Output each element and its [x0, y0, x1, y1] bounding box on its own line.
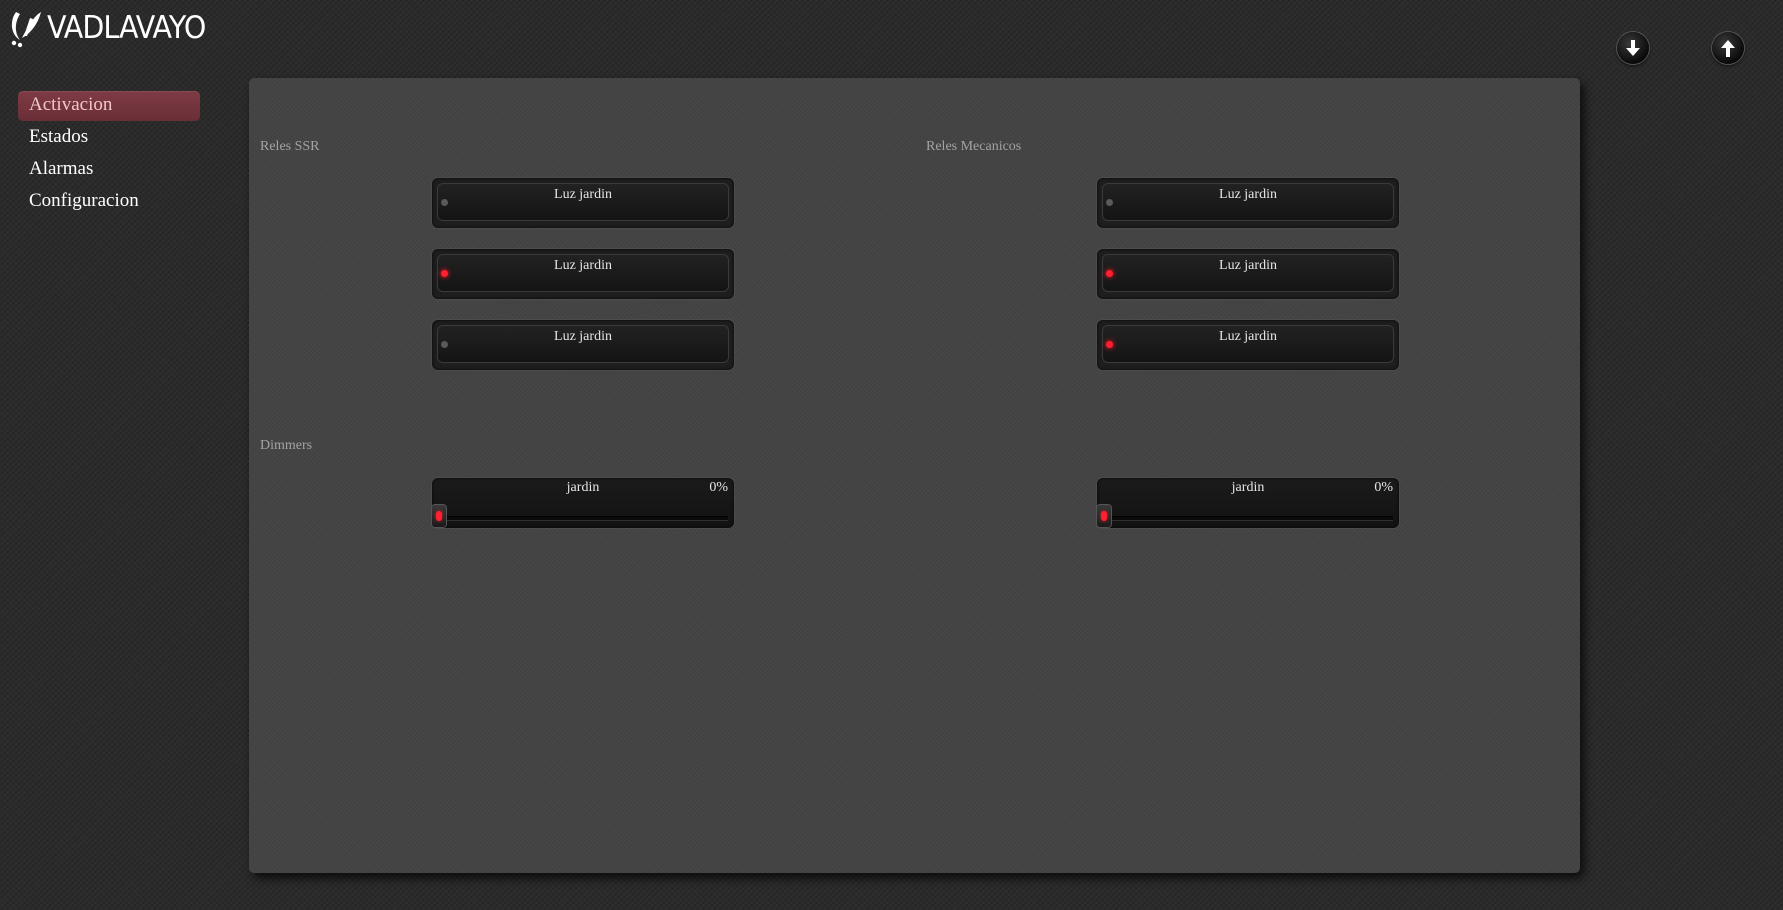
section-title-ssr: Reles SSR [260, 139, 320, 154]
mechanical-relay-1[interactable]: Luz jardin [1097, 178, 1399, 228]
dimmer-label: jardin [1231, 480, 1265, 495]
dimmer-slider-handle[interactable] [432, 505, 446, 527]
relay-label: Luz jardin [554, 187, 612, 202]
arrow-down-icon [1624, 38, 1642, 58]
dimmer-value: 0% [1374, 480, 1393, 495]
section-title-mechanical: Reles Mecanicos [926, 139, 1022, 154]
mechanical-relay-3[interactable]: Luz jardin [1097, 320, 1399, 370]
logo-mark-icon [8, 8, 44, 48]
sidebar-nav: Activacion Estados Alarmas Configuracion [18, 91, 200, 219]
dimmer-1: jardin 0% [432, 478, 734, 528]
nav-item-configuracion[interactable]: Configuracion [18, 187, 200, 217]
mechanical-relay-2[interactable]: Luz jardin [1097, 249, 1399, 299]
brand-logo: VADLAVAYO [8, 8, 219, 48]
dimmer-2: jardin 0% [1097, 478, 1399, 528]
dimmer-slider-handle[interactable] [1097, 505, 1111, 527]
download-button[interactable] [1617, 32, 1649, 64]
ssr-relay-2[interactable]: Luz jardin [432, 249, 734, 299]
relay-label: Luz jardin [1219, 329, 1277, 344]
nav-item-estados[interactable]: Estados [18, 123, 200, 153]
ssr-relay-3[interactable]: Luz jardin [432, 320, 734, 370]
main-panel: Reles SSR Reles Mecanicos Luz jardin Luz… [249, 78, 1580, 873]
brand-name: VADLAVAYO [47, 10, 206, 46]
dimmer-label: jardin [566, 480, 600, 495]
relay-label: Luz jardin [1219, 258, 1277, 273]
ssr-relay-1[interactable]: Luz jardin [432, 178, 734, 228]
dimmer-slider-track[interactable] [432, 505, 728, 527]
section-title-dimmers: Dimmers [260, 438, 313, 453]
nav-item-alarmas[interactable]: Alarmas [18, 155, 200, 185]
dimmer-value: 0% [709, 480, 728, 495]
upload-button[interactable] [1712, 32, 1744, 64]
dimmer-slider-track[interactable] [1097, 505, 1393, 527]
arrow-up-icon [1719, 38, 1737, 58]
relay-label: Luz jardin [554, 329, 612, 344]
nav-item-activacion[interactable]: Activacion [18, 91, 200, 121]
relay-label: Luz jardin [1219, 187, 1277, 202]
relay-label: Luz jardin [554, 258, 612, 273]
